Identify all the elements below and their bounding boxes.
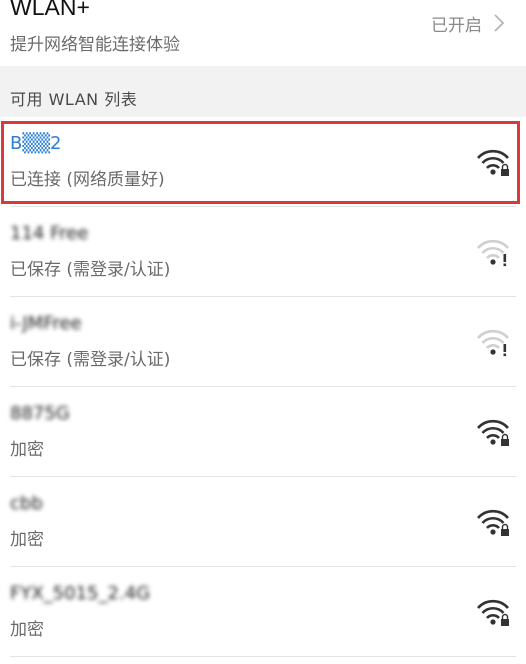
network-status: 加密 [10,620,44,640]
network-row[interactable]: B▒▒2 已连接 (网络质量好) [0,117,526,207]
network-status: 已保存 (需登录/认证) [10,350,171,370]
wifi-locked-icon [477,599,509,626]
network-row[interactable]: cbb 加密 [0,477,526,567]
network-row[interactable]: i-JMFree 已保存 (需登录/认证) [0,297,526,387]
network-row[interactable]: 114 Free 已保存 (需登录/认证) [0,207,526,297]
network-row[interactable]: 8875G 加密 [0,387,526,477]
network-name: B▒▒2 [10,133,62,154]
wifi-locked-icon [477,149,509,176]
network-status: 加密 [10,440,44,460]
wifi-warning-icon [477,329,509,357]
network-name: i-JMFree [10,313,82,334]
wlan-plus-row[interactable]: WLAN+ 提升网络智能连接体验 已开启 [0,0,526,66]
wifi-locked-icon [477,419,509,446]
network-name: 8875G [10,403,70,424]
network-name: cbb [10,493,43,514]
wifi-locked-icon [477,509,509,536]
network-status: 已保存 (需登录/认证) [10,260,171,280]
network-status: 已连接 (网络质量好) [10,170,165,190]
wlan-plus-title: WLAN+ [10,0,90,20]
wifi-warning-icon [477,239,509,267]
network-status: 加密 [10,530,44,550]
available-list-header: 可用 WLAN 列表 [0,66,526,117]
available-list-title: 可用 WLAN 列表 [10,90,138,109]
wlan-plus-status: 已开启 [431,16,482,36]
network-row[interactable]: FYX_5015_2.4G 加密 [0,567,526,657]
wlan-plus-subtitle: 提升网络智能连接体验 [10,35,180,55]
row-divider [10,656,516,657]
chevron-right-icon [494,14,505,32]
network-name: 114 Free [10,223,89,244]
network-name: FYX_5015_2.4G [10,583,151,604]
